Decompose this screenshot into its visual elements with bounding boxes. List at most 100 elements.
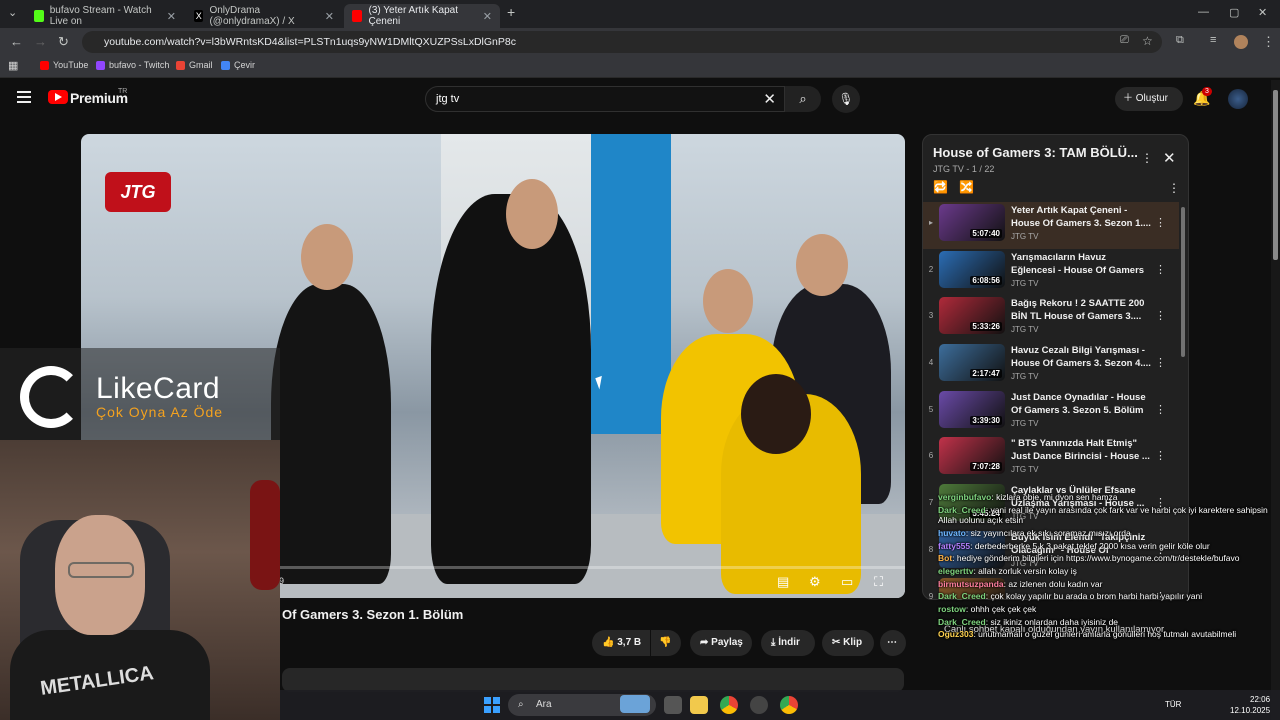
playlist-item[interactable]: 3 5:33:26 Bağış Rekoru ! 2 SAATTE 200 BİN … xyxy=(923,295,1179,342)
chat-username[interactable]: fatty555 xyxy=(938,541,970,551)
playlist-item-index: 2 xyxy=(928,264,934,274)
fullscreen-icon[interactable]: ⛶ xyxy=(874,574,883,590)
search-icon: ⌕ xyxy=(518,699,524,710)
close-icon[interactable]: ✕ xyxy=(325,10,334,23)
subtitles-icon[interactable]: ▤ xyxy=(777,574,789,590)
bookmark-twitch[interactable]: bufavo - Twitch xyxy=(96,60,169,70)
settings-gear-icon[interactable]: ⚙ xyxy=(809,574,821,590)
url-field[interactable]: youtube.com/watch?v=l3bWRntsKD4&list=PLS… xyxy=(82,31,1162,53)
chat-username[interactable]: Dark_Creed xyxy=(938,505,986,515)
page-scroll-thumb[interactable] xyxy=(1273,90,1278,260)
playlist-thumbnail[interactable]: 5:33:26 xyxy=(939,297,1005,335)
theater-mode-icon[interactable]: ▭ xyxy=(841,574,853,590)
search-input[interactable]: jtg tv xyxy=(436,93,459,105)
create-button[interactable]: ＋ Oluştur xyxy=(1115,87,1183,111)
more-vertical-icon[interactable]: ⋮ xyxy=(1155,403,1166,416)
playlist-thumbnail[interactable]: 5:07:40 xyxy=(939,204,1005,241)
tab-list-icon[interactable]: ≡ xyxy=(1210,34,1216,46)
window-close-icon[interactable]: ✕ xyxy=(1258,6,1267,19)
playlist-item[interactable]: 5 3:39:30 Just Dance Oynadılar - House Of … xyxy=(923,389,1179,436)
chat-username[interactable]: Dark_Creed xyxy=(938,591,986,601)
playlist-thumbnail[interactable]: 6:08:56 xyxy=(939,250,1005,288)
chat-username[interactable]: rostow xyxy=(938,604,966,614)
playlist-thumbnail[interactable]: 3:39:30 xyxy=(939,390,1005,428)
bookmark-youtube[interactable]: YouTube xyxy=(40,60,88,70)
youtube-logo-icon[interactable] xyxy=(48,90,68,104)
chrome-icon[interactable] xyxy=(780,696,798,714)
more-vertical-icon[interactable]: ⋮ xyxy=(1155,309,1166,322)
more-vertical-icon[interactable]: ⋮ xyxy=(1155,216,1166,229)
playlist-thumbnail[interactable]: 7:07:28 xyxy=(939,437,1005,475)
hamburger-menu-icon[interactable] xyxy=(17,91,31,103)
apps-grid-icon[interactable]: ▦ xyxy=(8,59,18,72)
new-tab-icon[interactable]: + xyxy=(507,4,515,20)
download-button[interactable]: ⤓ İndir xyxy=(761,630,815,656)
extensions-icon[interactable]: ⧉ xyxy=(1176,34,1184,47)
close-icon[interactable]: ✕ xyxy=(483,10,492,23)
description-box[interactable] xyxy=(282,668,904,692)
playlist-options-icon[interactable]: ⋮ xyxy=(1168,181,1180,195)
minimize-icon[interactable]: — xyxy=(1198,6,1209,18)
search-button[interactable]: ⌕ xyxy=(785,86,821,112)
clip-button[interactable]: ✂ Klip xyxy=(822,630,874,656)
language-indicator[interactable]: TÜR xyxy=(1165,699,1181,710)
playlist-more-icon[interactable]: ⋮ xyxy=(1141,151,1153,165)
account-avatar[interactable] xyxy=(1228,89,1248,109)
more-actions-button[interactable]: ⋯ xyxy=(880,630,906,656)
download-label: İndir xyxy=(778,637,800,648)
like-count: 3,7 B xyxy=(617,637,642,648)
playlist-item[interactable]: 2 6:08:56 Yarışmacıların Havuz Eğlencesi -… xyxy=(923,249,1179,296)
bookmark-translate[interactable]: Çevir xyxy=(221,60,255,70)
chat-username[interactable]: huvato xyxy=(938,528,966,538)
back-icon[interactable]: ← xyxy=(10,34,23,49)
chat-text: : siz ikiniz onlardan daha iyisiniz de xyxy=(985,616,1119,627)
search-box[interactable]: jtg tv ✕ xyxy=(425,86,785,112)
chat-username[interactable]: birmutsuzpanda xyxy=(938,579,1004,589)
chrome-icon[interactable] xyxy=(720,696,738,714)
bookmark-gmail[interactable]: Gmail xyxy=(176,60,213,70)
playlist-scrollbar[interactable] xyxy=(1181,207,1185,357)
file-explorer-icon[interactable] xyxy=(690,696,708,714)
playlist-close-icon[interactable]: ✕ xyxy=(1163,149,1176,167)
voice-search-button[interactable]: 🎙 xyxy=(832,85,860,113)
chat-username[interactable]: Oguz303 xyxy=(938,629,973,639)
tab-kick[interactable]: bufavo Stream - Watch Live on ✕ xyxy=(26,4,184,28)
task-view-icon[interactable] xyxy=(664,696,682,714)
playlist-item[interactable]: 6 7:07:28 " BTS Yanınızda Halt Etmiş" Just… xyxy=(923,435,1179,482)
playlist-item[interactable]: ▸ 5:07:40 Yeter Artık Kapat Çeneni - House… xyxy=(923,202,1179,249)
obs-icon[interactable] xyxy=(750,696,768,714)
browser-menu-icon[interactable]: ⋮ xyxy=(1262,34,1275,50)
page-scrollbar[interactable] xyxy=(1271,80,1280,720)
playlist-item-channel: JTG TV xyxy=(1011,418,1039,428)
maximize-icon[interactable]: ▢ xyxy=(1229,6,1239,19)
reload-icon[interactable]: ↻ xyxy=(58,34,69,50)
bookmark-star-icon[interactable]: ☆ xyxy=(1142,34,1153,48)
loop-icon[interactable]: 🔁 xyxy=(933,180,948,194)
profile-avatar[interactable] xyxy=(1234,35,1248,49)
taskbar-clock[interactable]: 22:06 12.10.2025 xyxy=(1230,694,1270,716)
microphone-icon: 🎙 xyxy=(838,92,854,106)
more-vertical-icon[interactable]: ⋮ xyxy=(1155,449,1166,462)
chat-username[interactable]: Bot xyxy=(938,553,952,563)
more-vertical-icon[interactable]: ⋮ xyxy=(1155,263,1166,276)
chat-username[interactable]: verginbufavo xyxy=(938,492,991,502)
playlist-title[interactable]: House of Gamers 3: TAM BÖLÜ... xyxy=(933,145,1138,160)
share-button[interactable]: ➦ Paylaş xyxy=(690,630,752,656)
chat-username[interactable]: elegerttv xyxy=(938,566,973,576)
bookmark-label: YouTube xyxy=(53,60,89,70)
more-vertical-icon[interactable]: ⋮ xyxy=(1155,356,1166,369)
tab-youtube[interactable]: (3) Yeter Artık Kapat Çeneni ✕ xyxy=(344,4,500,28)
clear-search-icon[interactable]: ✕ xyxy=(763,90,776,108)
like-button[interactable]: 👍 3,7 B xyxy=(592,630,650,656)
playlist-thumbnail[interactable]: 2:17:47 xyxy=(939,344,1005,382)
windows-start-icon[interactable] xyxy=(484,697,500,713)
cast-icon[interactable]: ⎚ xyxy=(1120,34,1129,47)
close-icon[interactable]: ✕ xyxy=(167,10,176,23)
shuffle-icon[interactable]: 🔀 xyxy=(959,180,974,194)
tab-search-icon[interactable]: ⌄ xyxy=(8,6,17,19)
playlist-item[interactable]: 4 2:17:47 Havuz Cezalı Bilgi Yarışması - H… xyxy=(923,342,1179,389)
dislike-button[interactable]: 👎 xyxy=(651,630,681,656)
tab-x[interactable]: X OnlyDrama (@onlydramaX) / X ✕ xyxy=(186,4,342,28)
chat-username[interactable]: Dark_Creed xyxy=(938,617,986,627)
forward-icon[interactable]: → xyxy=(34,34,47,49)
